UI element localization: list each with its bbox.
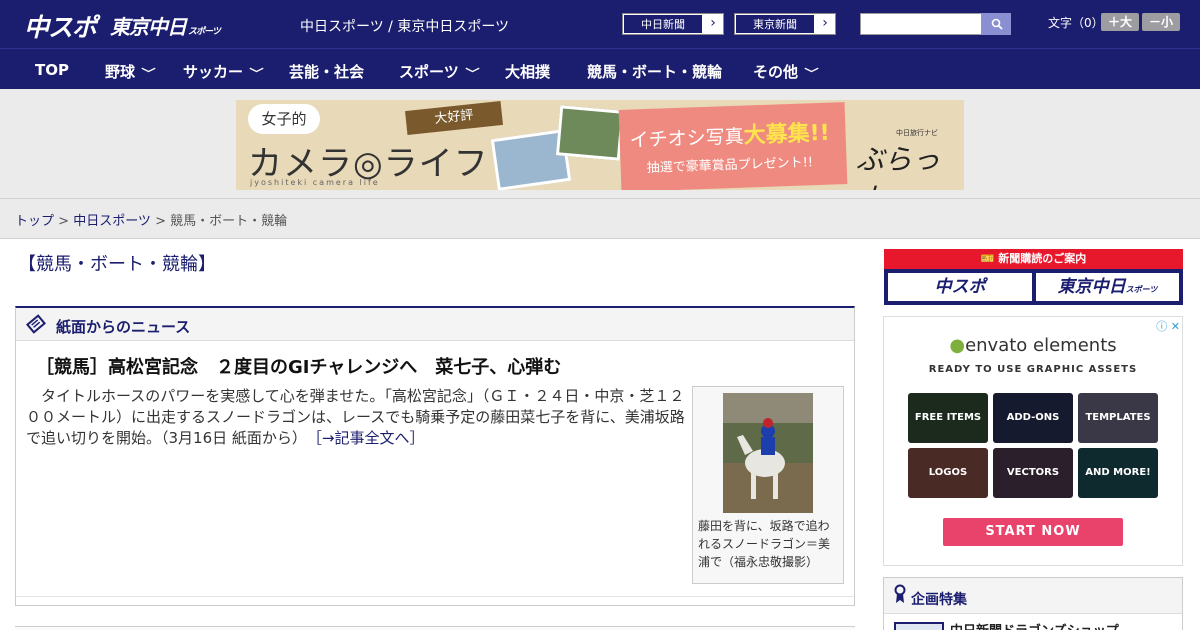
chunichi-shimbun-button[interactable]: 中日新聞 › [622, 13, 724, 35]
site-links[interactable]: 中日スポーツ / 東京中日スポーツ [300, 16, 509, 36]
news-section-title: 紙面からのニュース [56, 318, 191, 336]
page-title: 【競馬・ボート・競輪】 [18, 254, 216, 275]
chevron-right-icon: › [703, 14, 723, 34]
nav-label: スポーツ [399, 63, 459, 81]
top-header: 中スポ 東京中日 スポーツ 中日スポーツ / 東京中日スポーツ 中日新聞 › 東京… [0, 0, 1200, 48]
article-summary: タイトルホースのパワーを実感して心を弾ませた。「高松宮記念」（ＧＩ・２４日・中京… [26, 386, 686, 449]
nav-label: その他 [753, 63, 799, 81]
tokyo-shimbun-button[interactable]: 東京新聞 › [734, 13, 836, 35]
chuspo-logo[interactable]: 中スポ [24, 8, 97, 44]
ticket-icon: 🎫 [980, 252, 999, 265]
breadcrumb-sep: > [54, 214, 74, 229]
envato-tagline: READY TO USE GRAPHIC ASSETS [928, 364, 1138, 375]
tile-vectors: VECTORS [993, 448, 1073, 498]
subscription-widget: 🎫 新聞購読のご案内 中スポ 東京中日スポーツ [884, 249, 1183, 305]
tile-templates: TEMPLATES [1078, 393, 1158, 443]
chevron-down-icon: ﹀ [141, 67, 156, 80]
tokyo-logo-text: 東京中日 [110, 15, 187, 39]
subscribe-tokyo-small: スポーツ [1125, 285, 1158, 294]
nav-label: 競馬・ボート・競輪 [587, 63, 723, 81]
article-photo[interactable] [723, 393, 813, 513]
feature-title: 企画特集 [911, 592, 967, 608]
feature-widget: 企画特集 中日新聞ドラゴンズショップ [883, 577, 1183, 630]
subscribe-tokyo-button[interactable]: 東京中日スポーツ [1036, 273, 1179, 301]
chevron-right-icon: › [815, 14, 835, 34]
ad-choices-icon[interactable]: ⓘ ✕ [1156, 318, 1180, 334]
photo-caption: 藤田を背に、坂路で追われるスノードラゴン＝美浦で（福永忠敬撮影） [698, 519, 831, 569]
newspaper-icon [26, 314, 46, 334]
banner-pink-emphasis: 大募集!! [743, 120, 831, 149]
banner-photo [555, 105, 625, 161]
subscribe-chuspo-button[interactable]: 中スポ [888, 273, 1032, 301]
chunichi-shimbun-label: 中日新聞 [623, 14, 703, 34]
subscribe-tokyo-label: 東京中日 [1057, 277, 1126, 297]
camera-life-ad-banner[interactable]: 女子的 カメラ◎ライフ jyoshiteki camera life 大好評 イ… [236, 100, 964, 190]
nav-label: TOP [35, 61, 69, 79]
feature-item-link[interactable]: 中日新聞ドラゴンズショップ [950, 620, 1119, 630]
banner-pink-panel: イチオシ写真大募集!! 抽選で豪華賞品プレゼント!! [618, 102, 848, 190]
tile-and-more: AND MORE! [1078, 448, 1158, 498]
nav-label: 野球 [105, 63, 136, 81]
chevron-down-icon: ﹀ [465, 67, 480, 80]
breadcrumb: トップ > 中日スポーツ > 競馬・ボート・競輪 [15, 210, 287, 229]
chevron-down-icon: ﹀ [249, 67, 264, 80]
next-section [15, 626, 855, 630]
nav-label: サッカー [183, 63, 244, 81]
tokyo-logo-small: スポーツ [188, 27, 221, 37]
main-nav: TOP 野球 ﹀ サッカー ﹀ 芸能・社会 スポーツ ﹀ 大相撲 競馬・ボート・競輪 … [0, 48, 1200, 89]
nav-sports[interactable]: スポーツ ﹀ [399, 61, 480, 82]
banner-bubble: 女子的 [248, 104, 320, 134]
nav-entertainment[interactable]: 芸能・社会 [289, 61, 364, 82]
font-size-label: 文字（0） [1048, 16, 1104, 30]
banner-area: 女子的 カメラ◎ライフ jyoshiteki camera life 大好評 イ… [0, 89, 1200, 199]
breadcrumb-current: 競馬・ボート・競輪 [170, 214, 288, 229]
subscription-header-text: 新聞購読のご案内 [998, 252, 1087, 265]
breadcrumb-top-link[interactable]: トップ [15, 214, 54, 229]
read-more-link[interactable]: ［→記事全文へ］ [314, 429, 424, 447]
tile-logos: LOGOS [908, 448, 988, 498]
font-smaller-button[interactable]: －小 [1142, 13, 1180, 31]
tile-free-items: FREE ITEMS [908, 393, 988, 443]
tokyo-chunichi-logo[interactable]: 東京中日 スポーツ [110, 11, 221, 40]
article-photo-box: 藤田を背に、坂路で追われるスノードラゴン＝美浦で（福永忠敬撮影） [692, 386, 844, 584]
nav-top[interactable]: TOP [35, 61, 69, 79]
feature-thumbnail[interactable] [894, 622, 944, 630]
nav-label: 大相撲 [505, 63, 551, 81]
leaf-icon: ● [949, 335, 966, 356]
breadcrumb-sep: > [150, 214, 171, 229]
banner-pink-prefix: イチオシ写真 [629, 125, 745, 152]
breadcrumb-section-link[interactable]: 中日スポーツ [73, 214, 151, 229]
news-section: 紙面からのニュース ［競馬］高松宮記念 ２度目のGIチャレンジへ 菜七子、心弾む… [15, 306, 855, 606]
search-input[interactable] [860, 13, 982, 35]
envato-ad[interactable]: ⓘ ✕ ●envato elements READY TO USE GRAPHI… [883, 316, 1183, 566]
banner-burat-logo: ぶらっ人 [856, 143, 941, 190]
banner-pink-sub: 抽選で豪華賞品プレゼント!! [646, 155, 814, 177]
banner-pink-headline: イチオシ写真大募集!! [629, 115, 830, 154]
nav-baseball[interactable]: 野球 ﹀ [105, 61, 156, 82]
chevron-down-icon: ﹀ [804, 67, 819, 80]
start-now-button[interactable]: START NOW [943, 518, 1123, 546]
subscription-header: 🎫 新聞購読のご案内 [884, 249, 1183, 269]
nav-label: 芸能・社会 [289, 63, 365, 81]
font-larger-button[interactable]: ＋大 [1101, 13, 1139, 31]
envato-brand: ●envato elements [884, 335, 1182, 356]
envato-brand-text: envato elements [965, 335, 1117, 356]
feature-header: 企画特集 [884, 578, 1182, 614]
nav-soccer[interactable]: サッカー ﹀ [183, 61, 264, 82]
banner-burat-label: 中日旅行ナビ [896, 129, 938, 137]
article-title[interactable]: ［競馬］高松宮記念 ２度目のGIチャレンジへ 菜七子、心弾む [36, 353, 561, 379]
banner-subtitle: jyoshiteki camera life [250, 178, 380, 187]
ribbon-icon [894, 584, 906, 608]
tokyo-shimbun-label: 東京新聞 [735, 14, 815, 34]
search-button[interactable] [982, 13, 1011, 35]
divider [16, 596, 854, 597]
banner-ribbon: 大好評 [405, 101, 503, 135]
nav-other[interactable]: その他 ﹀ [753, 61, 819, 82]
nav-racing[interactable]: 競馬・ボート・競輪 [587, 61, 722, 82]
tile-add-ons: ADD-ONS [993, 393, 1073, 443]
search-icon [991, 18, 1003, 30]
news-section-header: 紙面からのニュース [16, 308, 854, 341]
nav-sumo[interactable]: 大相撲 [505, 61, 550, 82]
